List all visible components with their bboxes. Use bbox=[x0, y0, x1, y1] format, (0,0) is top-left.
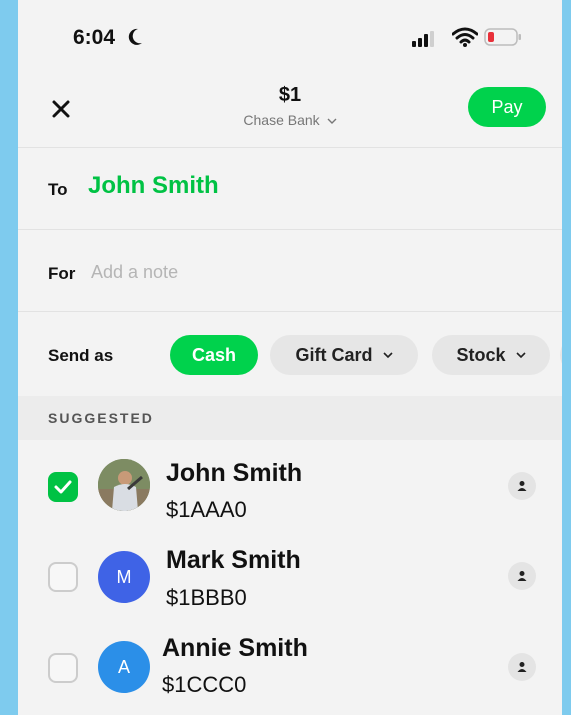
chevron-down-icon bbox=[327, 118, 337, 125]
funding-source-label: Chase Bank bbox=[243, 112, 320, 128]
avatar: A bbox=[98, 641, 150, 693]
avatar bbox=[98, 459, 150, 511]
moon-icon bbox=[128, 28, 142, 45]
avatar-initial: A bbox=[117, 656, 130, 677]
send-as-cash-chip[interactable]: Cash bbox=[170, 335, 258, 375]
wifi-icon bbox=[452, 27, 478, 47]
contact-cashtag: $1CCC0 bbox=[162, 672, 247, 697]
profile-button[interactable] bbox=[508, 472, 536, 500]
status-time: 6:04 bbox=[73, 26, 116, 49]
send-as-label: Send as bbox=[48, 346, 114, 365]
chevron-down-icon bbox=[515, 352, 526, 359]
to-label: To bbox=[48, 180, 68, 199]
note-input[interactable]: Add a note bbox=[91, 262, 178, 283]
chip-label: Cash bbox=[191, 344, 236, 365]
suggested-title: SUGGESTED bbox=[48, 410, 154, 426]
signal-icon bbox=[412, 31, 434, 47]
divider bbox=[18, 147, 562, 148]
person-icon bbox=[517, 662, 527, 672]
chevron-down-icon bbox=[382, 352, 393, 359]
avatar: M bbox=[98, 551, 150, 603]
for-label: For bbox=[48, 264, 76, 283]
avatar-initial: M bbox=[116, 566, 132, 587]
send-as-gift-card-chip[interactable]: Gift Card bbox=[270, 335, 418, 375]
person-icon bbox=[517, 571, 527, 581]
chip-label: Gift Card bbox=[295, 344, 373, 365]
recipient-name[interactable]: John Smith bbox=[88, 172, 219, 200]
contact-checkbox[interactable] bbox=[48, 472, 78, 502]
contact-cashtag: $1AAA0 bbox=[166, 497, 247, 522]
battery-icon bbox=[484, 28, 521, 46]
send-as-more-chip[interactable] bbox=[560, 335, 562, 375]
profile-photo-icon bbox=[98, 459, 150, 511]
profile-button[interactable] bbox=[508, 562, 536, 590]
divider bbox=[18, 311, 562, 312]
contact-name: Mark Smith bbox=[166, 546, 301, 574]
contact-cashtag: $1BBB0 bbox=[166, 585, 247, 610]
person-icon bbox=[517, 481, 527, 491]
contact-name: Annie Smith bbox=[162, 634, 308, 662]
pay-button[interactable]: Pay bbox=[468, 87, 546, 127]
cash-app-send-screen: 6:04 $1 Chase Bank Pay To John Smith For… bbox=[18, 0, 562, 715]
status-bar: 6:04 bbox=[18, 0, 562, 76]
divider bbox=[18, 229, 562, 230]
payment-header: $1 Chase Bank Pay bbox=[18, 76, 562, 144]
checkmark-icon bbox=[54, 480, 72, 494]
chip-label: Stock bbox=[456, 344, 506, 365]
contact-name: John Smith bbox=[166, 459, 303, 487]
contact-checkbox[interactable] bbox=[48, 653, 78, 683]
send-as-stock-chip[interactable]: Stock bbox=[432, 335, 550, 375]
profile-button[interactable] bbox=[508, 653, 536, 681]
contact-checkbox[interactable] bbox=[48, 562, 78, 592]
